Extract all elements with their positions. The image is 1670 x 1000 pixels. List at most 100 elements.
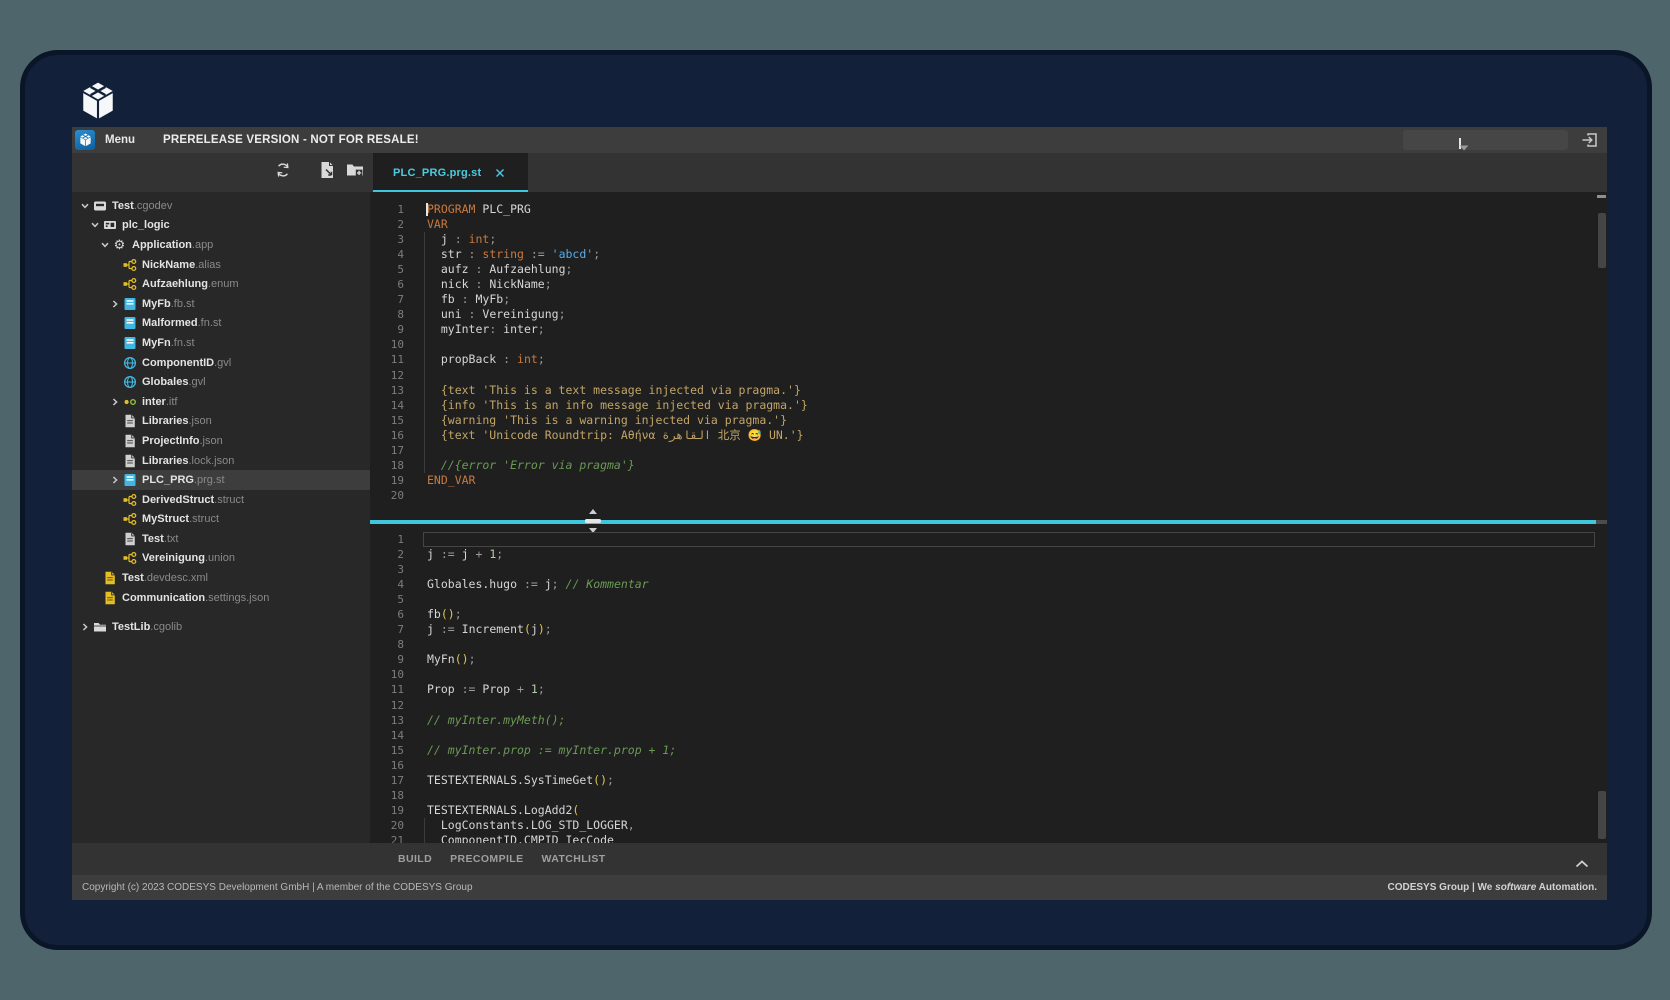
code-line[interactable]: 9MyFn(); <box>370 652 1607 667</box>
code-pane-declarations[interactable]: 1PROGRAM PLC_PRG2VAR3 j : int;4 str : st… <box>370 192 1607 517</box>
code-line[interactable]: 16 {text 'Unicode Roundtrip: Αθήνα القاه… <box>370 428 1607 443</box>
code-text <box>412 758 427 773</box>
code-line[interactable]: 14 {info 'This is an info message inject… <box>370 398 1607 413</box>
code-line[interactable]: 20 LogConstants.LOG_STD_LOGGER, <box>370 818 1607 833</box>
tree-item-aufzaehlung[interactable]: Aufzaehlung.enum <box>72 274 370 294</box>
tree-item-mystruct[interactable]: MyStruct.struct <box>72 510 370 530</box>
code-line[interactable]: 3 <box>370 562 1607 577</box>
code-line[interactable]: 5 <box>370 592 1607 607</box>
tree-item-libraries[interactable]: Libraries.lock.json <box>72 451 370 471</box>
code-line[interactable]: 6fb(); <box>370 607 1607 622</box>
chevron-right-icon[interactable] <box>108 475 122 485</box>
code-line[interactable]: 11Prop := Prop + 1; <box>370 682 1607 697</box>
tree-item-name: Libraries <box>142 415 188 427</box>
code-line[interactable]: 4Globales.hugo := j; // Kommentar <box>370 577 1607 592</box>
panel-tab-watchlist[interactable]: WATCHLIST <box>542 853 606 865</box>
code-text: fb : MyFb; <box>412 292 510 307</box>
panel-tab-build[interactable]: BUILD <box>398 853 432 865</box>
code-line[interactable]: 5 aufz : Aufzaehlung; <box>370 262 1607 277</box>
code-line[interactable]: 7j := Increment(j); <box>370 622 1607 637</box>
code-line[interactable]: 13 {text 'This is a text message injecte… <box>370 383 1607 398</box>
code-text: // myInter.prop := myInter.prop + 1; <box>412 743 676 758</box>
code-line[interactable]: 3 j : int; <box>370 232 1607 247</box>
panel-tab-precompile[interactable]: PRECOMPILE <box>450 853 523 865</box>
code-line[interactable]: 13// myInter.myMeth(); <box>370 713 1607 728</box>
editor-top-scrollbar[interactable] <box>1598 213 1606 268</box>
code-line[interactable]: 17 <box>370 443 1607 458</box>
tree-item-myfb[interactable]: MyFb.fb.st <box>72 294 370 314</box>
code-pane-implementation[interactable]: 12j := j + 1;34Globales.hugo := j; // Ko… <box>370 527 1607 843</box>
chevron-right-icon[interactable] <box>108 397 122 407</box>
line-number: 3 <box>370 232 412 247</box>
tree-item-derivedstruct[interactable]: DerivedStruct.struct <box>72 490 370 510</box>
code-text: {warning 'This is a warning injected via… <box>412 413 787 428</box>
code-line[interactable]: 10 <box>370 337 1607 352</box>
scrollbar-thumb-top[interactable] <box>1597 195 1606 198</box>
tree-item-plc_prg[interactable]: PLC_PRG.prg.st <box>72 470 370 490</box>
code-line[interactable]: 1 <box>370 532 1607 547</box>
chevron-right-icon[interactable] <box>78 622 92 632</box>
tree-item-vereinigung[interactable]: Vereinigung.union <box>72 549 370 569</box>
chevron-down-icon[interactable] <box>88 220 102 230</box>
code-line[interactable]: 9 myInter: inter; <box>370 322 1607 337</box>
user-dropdown[interactable] <box>1403 130 1568 150</box>
chevron-down-icon[interactable] <box>78 201 92 211</box>
code-line[interactable]: 21 ComponentID.CMPID_IecCode <box>370 833 1607 843</box>
tree-item-test[interactable]: Test.cgodev <box>72 196 370 216</box>
code-line[interactable]: 6 nick : NickName; <box>370 277 1607 292</box>
code-line[interactable]: 17TESTEXTERNALS.SysTimeGet(); <box>370 773 1607 788</box>
code-line[interactable]: 18 //{error 'Error via pragma'} <box>370 458 1607 473</box>
login-button[interactable] <box>1580 132 1598 148</box>
editor-tab-bar: PLC_PRG.prg.st <box>370 153 1607 192</box>
editor-bottom-scrollbar[interactable] <box>1598 791 1606 839</box>
pane-splitter[interactable] <box>370 517 1607 527</box>
menu-button[interactable]: Menu <box>105 134 135 146</box>
code-line[interactable]: 20 <box>370 488 1607 503</box>
tree-item-plc_logic[interactable]: plc_logic <box>72 216 370 236</box>
code-line[interactable]: 1PROGRAM PLC_PRG <box>370 202 1607 217</box>
code-line[interactable]: 8 uni : Vereinigung; <box>370 307 1607 322</box>
chevron-down-icon[interactable] <box>98 240 112 250</box>
code-line[interactable]: 16 <box>370 758 1607 773</box>
tree-item-myfn[interactable]: MyFn.fn.st <box>72 333 370 353</box>
tree-item-libraries[interactable]: Libraries.json <box>72 412 370 432</box>
fileyellow-icon <box>102 571 117 585</box>
code-line[interactable]: 7 fb : MyFb; <box>370 292 1607 307</box>
tab-plc-prg[interactable]: PLC_PRG.prg.st <box>373 153 528 192</box>
code-line[interactable]: 18 <box>370 788 1607 803</box>
code-text <box>412 637 427 652</box>
tree-item-application[interactable]: ⚙Application.app <box>72 235 370 255</box>
tree-item-malformed[interactable]: Malformed.fn.st <box>72 314 370 334</box>
tree-item-test[interactable]: Test.devdesc.xml <box>72 568 370 588</box>
code-line[interactable]: 19TESTEXTERNALS.LogAdd2( <box>370 803 1607 818</box>
tree-item-test[interactable]: Test.txt <box>72 529 370 549</box>
chevron-up-icon[interactable] <box>1575 855 1589 873</box>
chevron-right-icon[interactable] <box>108 299 122 309</box>
code-line[interactable]: 12 <box>370 368 1607 383</box>
code-line[interactable]: 8 <box>370 637 1607 652</box>
filegray-icon <box>122 434 137 448</box>
tree-item-testlib[interactable]: TestLib.cgolib <box>72 617 370 637</box>
code-line[interactable]: 2VAR <box>370 217 1607 232</box>
add-pou-file-button[interactable] <box>318 164 336 182</box>
code-line[interactable]: 15 {warning 'This is a warning injected … <box>370 413 1607 428</box>
code-line[interactable]: 11 propBack : int; <box>370 352 1607 367</box>
add-folder-button[interactable] <box>346 164 364 182</box>
code-line[interactable]: 15// myInter.prop := myInter.prop + 1; <box>370 743 1607 758</box>
code-line[interactable]: 10 <box>370 667 1607 682</box>
code-line[interactable]: 14 <box>370 728 1607 743</box>
tree-item-nickname[interactable]: NickName.alias <box>72 255 370 275</box>
tree-item-inter[interactable]: inter.itf <box>72 392 370 412</box>
code-line[interactable]: 4 str : string := 'abcd'; <box>370 247 1607 262</box>
tab-close-button[interactable] <box>495 168 505 178</box>
code-line[interactable]: 19END_VAR <box>370 473 1607 488</box>
refresh-button[interactable] <box>274 164 292 182</box>
splitter-line[interactable] <box>370 520 1607 525</box>
code-line[interactable]: 2j := j + 1; <box>370 547 1607 562</box>
code-line[interactable]: 12 <box>370 698 1607 713</box>
tree-item-projectinfo[interactable]: ProjectInfo.json <box>72 431 370 451</box>
tree-item-componentid[interactable]: ComponentID.gvl <box>72 353 370 373</box>
tree-item-name: NickName <box>142 259 195 271</box>
tree-item-globales[interactable]: Globales.gvl <box>72 372 370 392</box>
tree-item-communication[interactable]: Communication.settings.json <box>72 588 370 608</box>
